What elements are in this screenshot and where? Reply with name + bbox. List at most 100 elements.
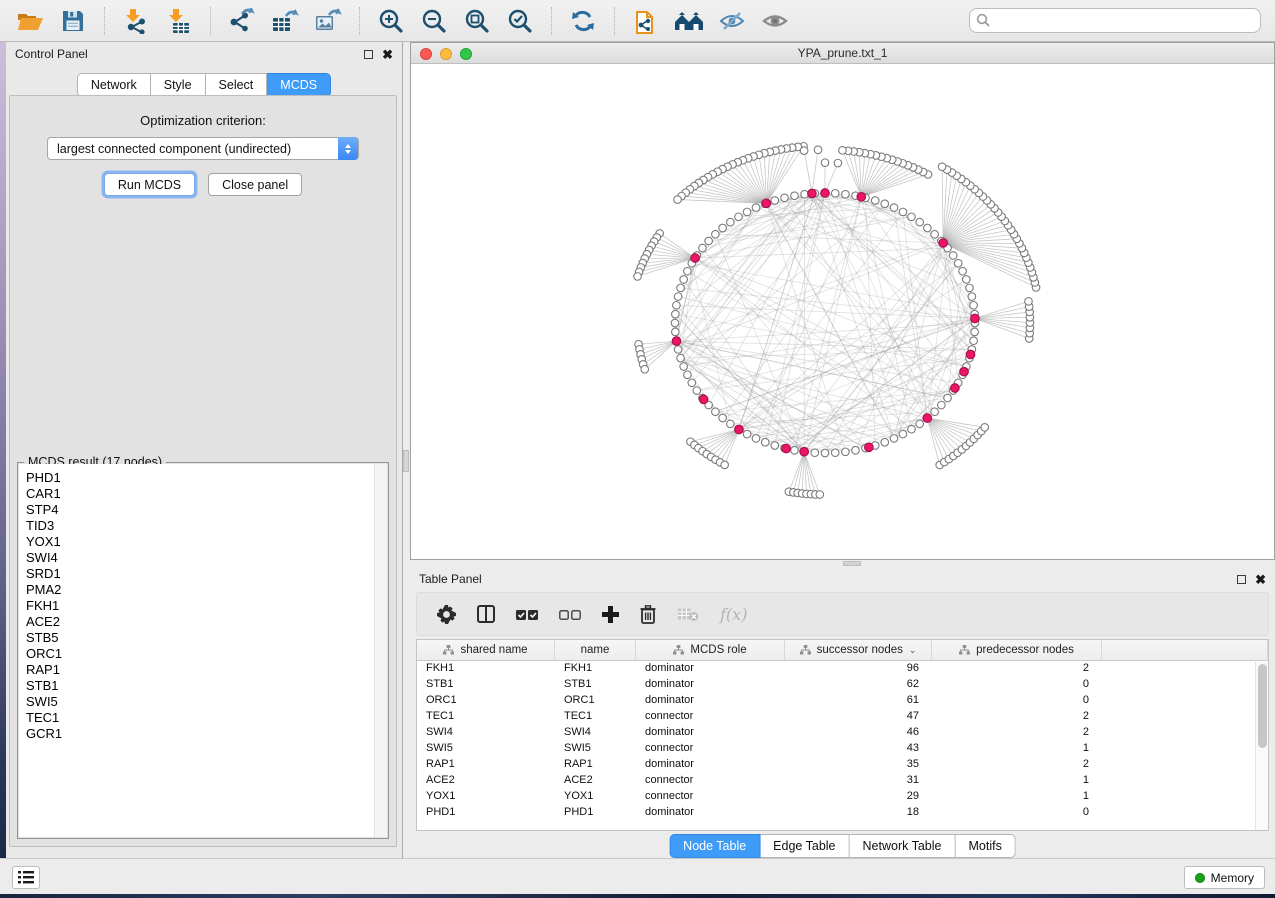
task-history-button[interactable] [12,866,40,889]
show-all-eye-icon[interactable] [757,5,793,37]
graph-node[interactable] [831,449,839,457]
graph-mcds-node[interactable] [971,314,980,323]
graph-mcds-node[interactable] [800,447,809,456]
graph-node[interactable] [674,346,682,354]
mcds-result-item[interactable]: SWI4 [26,550,387,566]
cell-predecessor_nodes[interactable]: 1 [932,789,1102,805]
mcds-result-item[interactable]: STB5 [26,630,387,646]
table-row[interactable]: RAP1RAP1dominator352 [417,757,1268,773]
network-window-titlebar[interactable]: YPA_prune.txt_1 [411,43,1274,64]
column-header-name[interactable]: name [555,640,636,660]
graph-node[interactable] [970,337,978,345]
tab-edge-table[interactable]: Edge Table [760,834,849,858]
graph-node[interactable] [881,200,889,208]
table-row[interactable]: SWI4SWI4dominator462 [417,725,1268,741]
cell-name[interactable]: SWI5 [555,741,636,757]
graph-node[interactable] [684,267,692,275]
cell-shared_name[interactable]: RAP1 [417,757,555,773]
graph-leaf-node[interactable] [839,147,847,155]
float-panel-icon[interactable] [364,50,373,59]
cell-predecessor_nodes[interactable]: 0 [932,693,1102,709]
mcds-result-item[interactable]: ACE2 [26,614,387,630]
cell-mcds_role[interactable]: dominator [636,661,785,677]
tab-motifs[interactable]: Motifs [955,834,1015,858]
graph-node[interactable] [791,446,799,454]
zoom-fit-icon[interactable] [459,5,495,37]
delete-table-icon[interactable] [677,607,699,622]
mcds-result-item[interactable]: PHD1 [26,470,387,486]
graph-node[interactable] [693,387,701,395]
graph-leaf-node[interactable] [721,461,729,469]
graph-node[interactable] [970,301,978,309]
graph-leaf-node[interactable] [814,146,822,154]
graph-node[interactable] [673,301,681,309]
graph-node[interactable] [949,252,957,260]
graph-node[interactable] [811,449,819,457]
cell-successor_nodes[interactable]: 35 [785,757,932,773]
network-graph[interactable] [411,64,1274,559]
network-canvas[interactable] [411,64,1274,559]
mcds-result-item[interactable]: SRD1 [26,566,387,582]
graph-node[interactable] [899,208,907,216]
graph-node[interactable] [959,267,967,275]
mcds-result-item[interactable]: STP4 [26,502,387,518]
cell-mcds_role[interactable]: connector [636,789,785,805]
mcds-result-item[interactable]: ORC1 [26,646,387,662]
function-builder-icon[interactable]: f(x) [720,605,747,624]
cell-predecessor_nodes[interactable]: 0 [932,805,1102,821]
export-image-icon[interactable] [310,5,346,37]
graph-node[interactable] [938,401,946,409]
window-close-icon[interactable] [420,48,432,60]
tab-node-table[interactable]: Node Table [669,834,760,858]
cell-predecessor_nodes[interactable]: 1 [932,773,1102,789]
cell-mcds_role[interactable]: dominator [636,693,785,709]
graph-node[interactable] [954,259,962,267]
graph-mcds-node[interactable] [691,254,700,263]
cell-shared_name[interactable]: PHD1 [417,805,555,821]
graph-node[interactable] [842,190,850,198]
graph-node[interactable] [966,284,974,292]
graph-mcds-node[interactable] [672,337,681,346]
cell-successor_nodes[interactable]: 61 [785,693,932,709]
mcds-result-item[interactable]: PMA2 [26,582,387,598]
delete-column-icon[interactable] [640,605,656,624]
graph-node[interactable] [821,449,829,457]
cell-shared_name[interactable]: STB1 [417,677,555,693]
cell-predecessor_nodes[interactable]: 1 [932,741,1102,757]
graph-node[interactable] [688,379,696,387]
graph-node[interactable] [871,197,879,205]
graph-mcds-node[interactable] [857,193,866,202]
graph-node[interactable] [735,213,743,221]
cell-shared_name[interactable]: SWI5 [417,741,555,757]
graph-leaf-node[interactable] [938,163,946,171]
splitter-grip[interactable] [843,561,861,566]
cell-shared_name[interactable]: ORC1 [417,693,555,709]
cell-mcds_role[interactable]: dominator [636,805,785,821]
import-table-icon[interactable] [161,5,197,37]
window-maximize-icon[interactable] [460,48,472,60]
graph-mcds-node[interactable] [735,425,744,434]
hide-selection-eye-icon[interactable] [714,5,750,37]
search-input[interactable] [969,8,1261,33]
column-header-shared-name[interactable]: shared name [417,640,555,660]
cell-successor_nodes[interactable]: 29 [785,789,932,805]
cell-shared_name[interactable]: ACE2 [417,773,555,789]
open-file-icon[interactable] [12,5,48,37]
graph-leaf-node[interactable] [1025,298,1033,306]
cell-name[interactable]: TEC1 [555,709,636,725]
graph-node[interactable] [761,438,769,446]
deselect-all-icon[interactable] [559,608,581,621]
graph-node[interactable] [680,363,688,371]
cell-shared_name[interactable]: FKH1 [417,661,555,677]
network-overview-icon[interactable] [671,5,707,37]
mcds-result-item[interactable]: TID3 [26,518,387,534]
graph-node[interactable] [968,293,976,301]
table-row[interactable]: TEC1TEC1connector472 [417,709,1268,725]
mcds-result-list[interactable]: PHD1CAR1STP4TID3YOX1SWI4SRD1PMA2FKH1ACE2… [19,464,387,837]
graph-node[interactable] [672,310,680,318]
graph-node[interactable] [743,430,751,438]
tab-select[interactable]: Select [206,73,268,97]
graph-node[interactable] [924,224,932,232]
cell-shared_name[interactable]: SWI4 [417,725,555,741]
mcds-result-item[interactable]: TEC1 [26,710,387,726]
